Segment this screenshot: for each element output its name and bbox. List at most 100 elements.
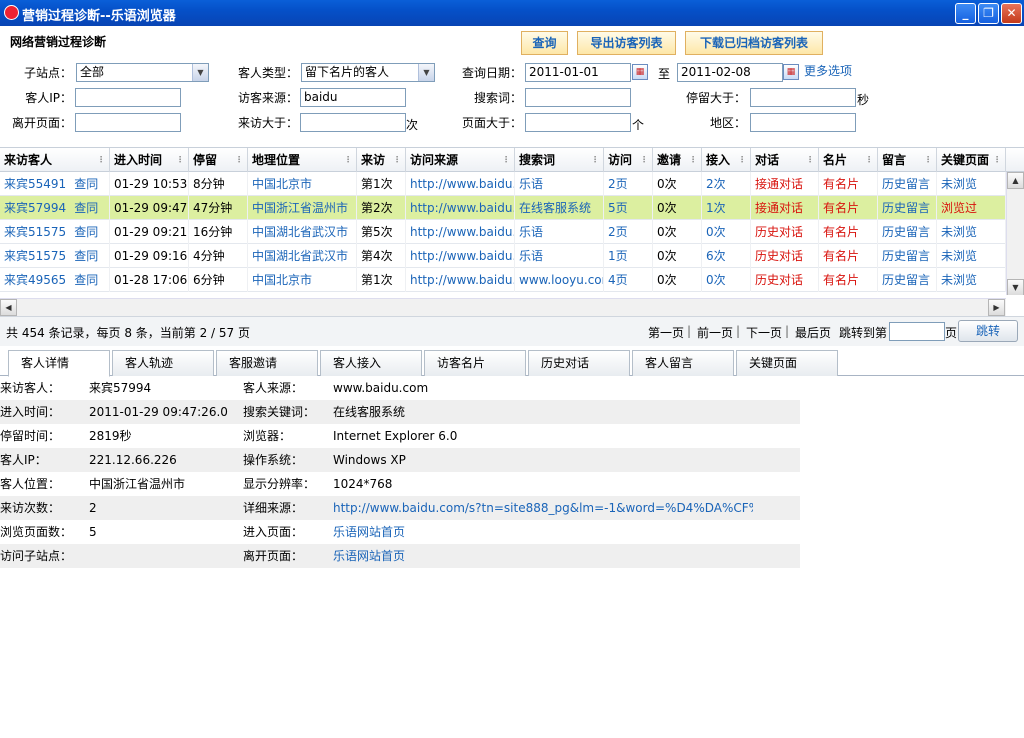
calendar-icon[interactable]: ▦ xyxy=(783,64,799,80)
table-cell-source[interactable]: http://www.baidu. xyxy=(406,220,515,244)
detail-value[interactable]: 乐语网站首页 xyxy=(333,520,753,544)
table-cell-accept[interactable]: 2次 xyxy=(702,172,751,196)
table-cell-kw[interactable]: 在线客服系统 xyxy=(515,196,604,220)
table-cell-kw[interactable]: 乐语 xyxy=(515,220,604,244)
table-cell-guest[interactable]: 来宾49565 查同 xyxy=(0,268,110,292)
table-cell-kw[interactable]: 乐语 xyxy=(515,244,604,268)
guest-type-select[interactable]: 留下名片的客人 ▼ xyxy=(301,63,435,82)
table-cell-key[interactable]: 未浏览 xyxy=(937,220,1006,244)
download-archived-button[interactable]: 下载已归档访客列表 xyxy=(685,31,823,55)
column-header[interactable]: 接入 ⋮ xyxy=(702,148,751,172)
detail-tab[interactable]: 历史对话 xyxy=(528,350,630,376)
stay-input[interactable] xyxy=(750,88,856,107)
guest-link[interactable]: 来宾49565 xyxy=(4,273,66,287)
table-cell-card[interactable]: 有名片 xyxy=(819,196,878,220)
column-header[interactable]: 访问来源 ⋮ xyxy=(406,148,515,172)
guest-link[interactable]: 来宾51575 xyxy=(4,225,66,239)
source-input[interactable]: baidu xyxy=(300,88,406,107)
visits-input[interactable] xyxy=(300,113,406,132)
check-same-link[interactable]: 查同 xyxy=(74,273,98,287)
table-cell-geo[interactable]: 中国浙江省温州市 xyxy=(248,196,357,220)
table-row[interactable]: 来宾55491 查同 01-29 10:53 8分钟 中国北京市 第1次 http://ww… xyxy=(0,172,1006,196)
table-row[interactable]: 来宾51575 查同 01-29 09:16 4分钟 中国湖北省武汉市 第4次 http:/… xyxy=(0,244,1006,268)
table-row[interactable]: 来宾57994 查同 01-29 09:47 47分钟 中国浙江省温州市 第2次 http:… xyxy=(0,196,1006,220)
table-cell-guest[interactable]: 来宾57994 查同 xyxy=(0,196,110,220)
table-row[interactable]: 来宾51575 查同 01-29 09:21 16分钟 中国湖北省武汉市 第5次 http:… xyxy=(0,220,1006,244)
check-same-link[interactable]: 查同 xyxy=(74,201,98,215)
table-cell-key[interactable]: 浏览过 xyxy=(937,196,1006,220)
table-cell-pages[interactable]: 5页 xyxy=(604,196,653,220)
more-options-link[interactable]: 更多选项 xyxy=(804,62,852,79)
prev-page-link[interactable]: 前一页 xyxy=(697,324,733,341)
table-cell-accept[interactable]: 1次 xyxy=(702,196,751,220)
table-cell-card[interactable]: 有名片 xyxy=(819,172,878,196)
detail-tab[interactable]: 客人详情 xyxy=(8,350,110,377)
table-cell-source[interactable]: http://www.baidu. xyxy=(406,244,515,268)
keyword-input[interactable] xyxy=(525,88,631,107)
ip-input[interactable] xyxy=(75,88,181,107)
table-cell-dialog[interactable]: 接通对话 xyxy=(751,172,819,196)
vertical-scrollbar[interactable]: ▲ ▼ xyxy=(1006,172,1024,295)
detail-tab[interactable]: 客服邀请 xyxy=(216,350,318,376)
first-page-link[interactable]: 第一页 xyxy=(648,324,684,341)
leave-page-input[interactable] xyxy=(75,113,181,132)
table-cell-geo[interactable]: 中国湖北省武汉市 xyxy=(248,220,357,244)
column-header[interactable]: 来访客人 ⋮ xyxy=(0,148,110,172)
table-cell-dialog[interactable]: 历史对话 xyxy=(751,268,819,292)
table-cell-geo[interactable]: 中国湖北省武汉市 xyxy=(248,244,357,268)
table-cell-pages[interactable]: 4页 xyxy=(604,268,653,292)
detail-tab[interactable]: 客人轨迹 xyxy=(112,350,214,376)
table-cell-geo[interactable]: 中国北京市 xyxy=(248,172,357,196)
table-row[interactable]: 来宾49565 查同 01-28 17:06 6分钟 中国北京市 第1次 http://ww… xyxy=(0,268,1006,292)
substation-select[interactable]: 全部 ▼ xyxy=(76,63,209,82)
table-cell-msg[interactable]: 历史留言 xyxy=(878,196,937,220)
next-page-link[interactable]: 下一页 xyxy=(746,324,782,341)
detail-value[interactable]: http://www.baidu.com/s?tn=site888_pg&lm=… xyxy=(333,496,753,520)
column-header[interactable]: 留言 ⋮ xyxy=(878,148,937,172)
detail-tab[interactable]: 客人接入 xyxy=(320,350,422,376)
table-cell-accept[interactable]: 6次 xyxy=(702,244,751,268)
guest-link[interactable]: 来宾55491 xyxy=(4,177,66,191)
detail-tab[interactable]: 客人留言 xyxy=(632,350,734,376)
table-cell-card[interactable]: 有名片 xyxy=(819,244,878,268)
date-from-input[interactable]: 2011-01-01 xyxy=(525,63,631,82)
table-cell-card[interactable]: 有名片 xyxy=(819,268,878,292)
detail-value[interactable]: 乐语网站首页 xyxy=(333,544,753,568)
column-header[interactable]: 搜索词 ⋮ xyxy=(515,148,604,172)
column-header[interactable]: 关键页面 ⋮ xyxy=(937,148,1006,172)
table-cell-source[interactable]: http://www.baidu. xyxy=(406,196,515,220)
table-cell-msg[interactable]: 历史留言 xyxy=(878,172,937,196)
close-button[interactable]: ✕ xyxy=(1001,3,1022,24)
column-header[interactable]: 进入时间 ⋮ xyxy=(110,148,189,172)
table-cell-geo[interactable]: 中国北京市 xyxy=(248,268,357,292)
table-cell-kw[interactable]: www.looyu.com xyxy=(515,268,604,292)
table-cell-pages[interactable]: 2页 xyxy=(604,172,653,196)
export-visitors-button[interactable]: 导出访客列表 xyxy=(577,31,676,55)
scroll-left-icon[interactable]: ◀ xyxy=(0,299,17,316)
table-cell-key[interactable]: 未浏览 xyxy=(937,268,1006,292)
table-cell-guest[interactable]: 来宾55491 查同 xyxy=(0,172,110,196)
scroll-right-icon[interactable]: ▶ xyxy=(988,299,1005,316)
table-cell-card[interactable]: 有名片 xyxy=(819,220,878,244)
date-to-input[interactable]: 2011-02-08 xyxy=(677,63,783,82)
table-cell-dialog[interactable]: 历史对话 xyxy=(751,244,819,268)
table-cell-msg[interactable]: 历史留言 xyxy=(878,220,937,244)
pages-input[interactable] xyxy=(525,113,631,132)
column-header[interactable]: 停留 ⋮ xyxy=(189,148,248,172)
restore-button[interactable]: ❐ xyxy=(978,3,999,24)
region-input[interactable] xyxy=(750,113,856,132)
last-page-link[interactable]: 最后页 xyxy=(795,324,831,341)
table-cell-pages[interactable]: 2页 xyxy=(604,220,653,244)
horizontal-scrollbar[interactable]: ◀ ▶ xyxy=(0,298,1006,316)
guest-link[interactable]: 来宾57994 xyxy=(4,201,66,215)
column-header[interactable]: 来访 ⋮ xyxy=(357,148,406,172)
scroll-up-icon[interactable]: ▲ xyxy=(1007,172,1024,189)
column-header[interactable]: 对话 ⋮ xyxy=(751,148,819,172)
table-cell-pages[interactable]: 1页 xyxy=(604,244,653,268)
column-header[interactable]: 邀请 ⋮ xyxy=(653,148,702,172)
check-same-link[interactable]: 查同 xyxy=(74,249,98,263)
table-cell-source[interactable]: http://www.baidu. xyxy=(406,268,515,292)
table-cell-dialog[interactable]: 历史对话 xyxy=(751,220,819,244)
column-header[interactable]: 地理位置 ⋮ xyxy=(248,148,357,172)
column-header[interactable]: 访问 ⋮ xyxy=(604,148,653,172)
